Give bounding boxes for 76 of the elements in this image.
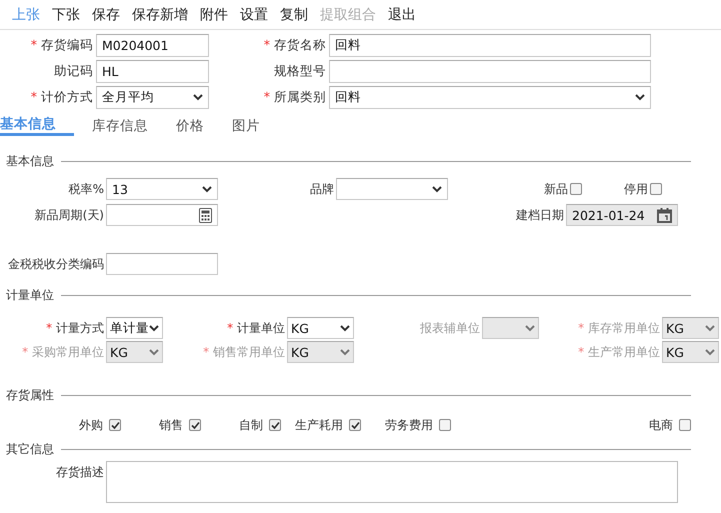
checkbox[interactable] [570,183,582,195]
section-title: 其它信息 [6,440,54,458]
checkbox-label: 新品 [543,180,569,198]
field-label: * 计量方式 [45,320,104,336]
field-label: * 采购常用单位 [21,344,104,360]
checkbox-label: 销售 [159,416,183,434]
chevron-icon [525,324,535,332]
select-field[interactable] [336,178,448,200]
field-label: 报表辅单位 [419,320,480,336]
checkbox-label: 自制 [239,416,263,434]
input-field[interactable]: M0204001 [96,34,209,57]
field-label: * 销售常用单位 [202,344,285,360]
checkbox-label: 生产耗用 [295,416,343,434]
field-label: 品牌 [309,180,335,198]
select-field[interactable]: 13 [106,178,218,200]
chevron-icon [635,94,645,101]
section-title: 基本信息 [6,152,54,170]
toolbar-button[interactable]: 下张 [46,2,86,26]
date-field[interactable]: 2021-01-24 [566,204,678,226]
chevron-icon [149,348,159,356]
calendar-icon [657,208,672,222]
input-field[interactable]: HL [96,60,209,83]
input-field[interactable] [106,204,218,226]
section-title: 存货属性 [6,386,54,404]
chevron-icon [193,94,203,101]
chevron-icon [340,324,350,332]
field-label: * 存货编码 [30,37,93,54]
checkbox-label: 电商 [649,416,673,434]
checkbox-label: 劳务费用 [385,416,433,434]
checkbox[interactable] [650,183,662,195]
chevron-icon [202,186,212,192]
field-label: 助记码 [53,63,93,80]
field-label: * 计价方式 [30,89,93,106]
input-field[interactable] [106,253,218,275]
toolbar-button[interactable]: 附件 [194,2,234,26]
text-area[interactable] [106,461,678,503]
chevron-icon [705,348,715,356]
toolbar-button[interactable]: 保存 [86,2,126,26]
field-label: 金税税收分类编码 [7,256,105,272]
section-title: 计量单位 [6,286,54,304]
field-label: * 生产常用单位 [577,344,660,360]
calculator-icon [199,208,212,222]
field-label: * 计量单位 [226,320,285,336]
field-label: * 所属类别 [262,89,326,106]
chevron-icon [432,186,442,192]
select-field[interactable]: 回料 [329,86,651,109]
tab[interactable]: 图片 [224,114,268,140]
field-label: 建档日期 [515,206,565,224]
field-label: 存货描述 [55,464,105,481]
checkbox[interactable] [109,419,121,431]
toolbar-button[interactable]: 设置 [234,2,274,26]
tab[interactable]: 价格 [168,114,212,140]
checkbox-label: 外购 [79,416,103,434]
select-field[interactable]: 全月平均 [96,86,209,109]
select-field[interactable]: 单计量 [106,317,163,339]
checkbox[interactable] [189,419,201,431]
toolbar-button[interactable]: 退出 [382,2,422,26]
field-label: 税率% [68,180,105,198]
checkbox[interactable] [349,419,361,431]
input-field[interactable] [329,60,651,83]
checkbox[interactable] [269,419,281,431]
field-label: * 库存常用单位 [577,320,660,336]
chevron-icon [705,324,715,332]
input-field[interactable]: 回料 [329,34,651,57]
checkbox-label: 停用 [623,180,649,198]
chevron-icon [340,348,350,356]
checkbox[interactable] [679,419,691,431]
field-label: 规格型号 [273,63,326,80]
tab[interactable]: 库存信息 [84,114,156,140]
toolbar-button[interactable]: 保存新增 [126,2,194,26]
select-field[interactable]: KG [287,317,354,339]
checkbox[interactable] [439,419,451,431]
chevron-icon [149,324,159,332]
field-label: 新品周期(天) [34,206,105,224]
field-label: * 存货名称 [262,37,326,54]
toolbar-button[interactable]: 复制 [274,2,314,26]
